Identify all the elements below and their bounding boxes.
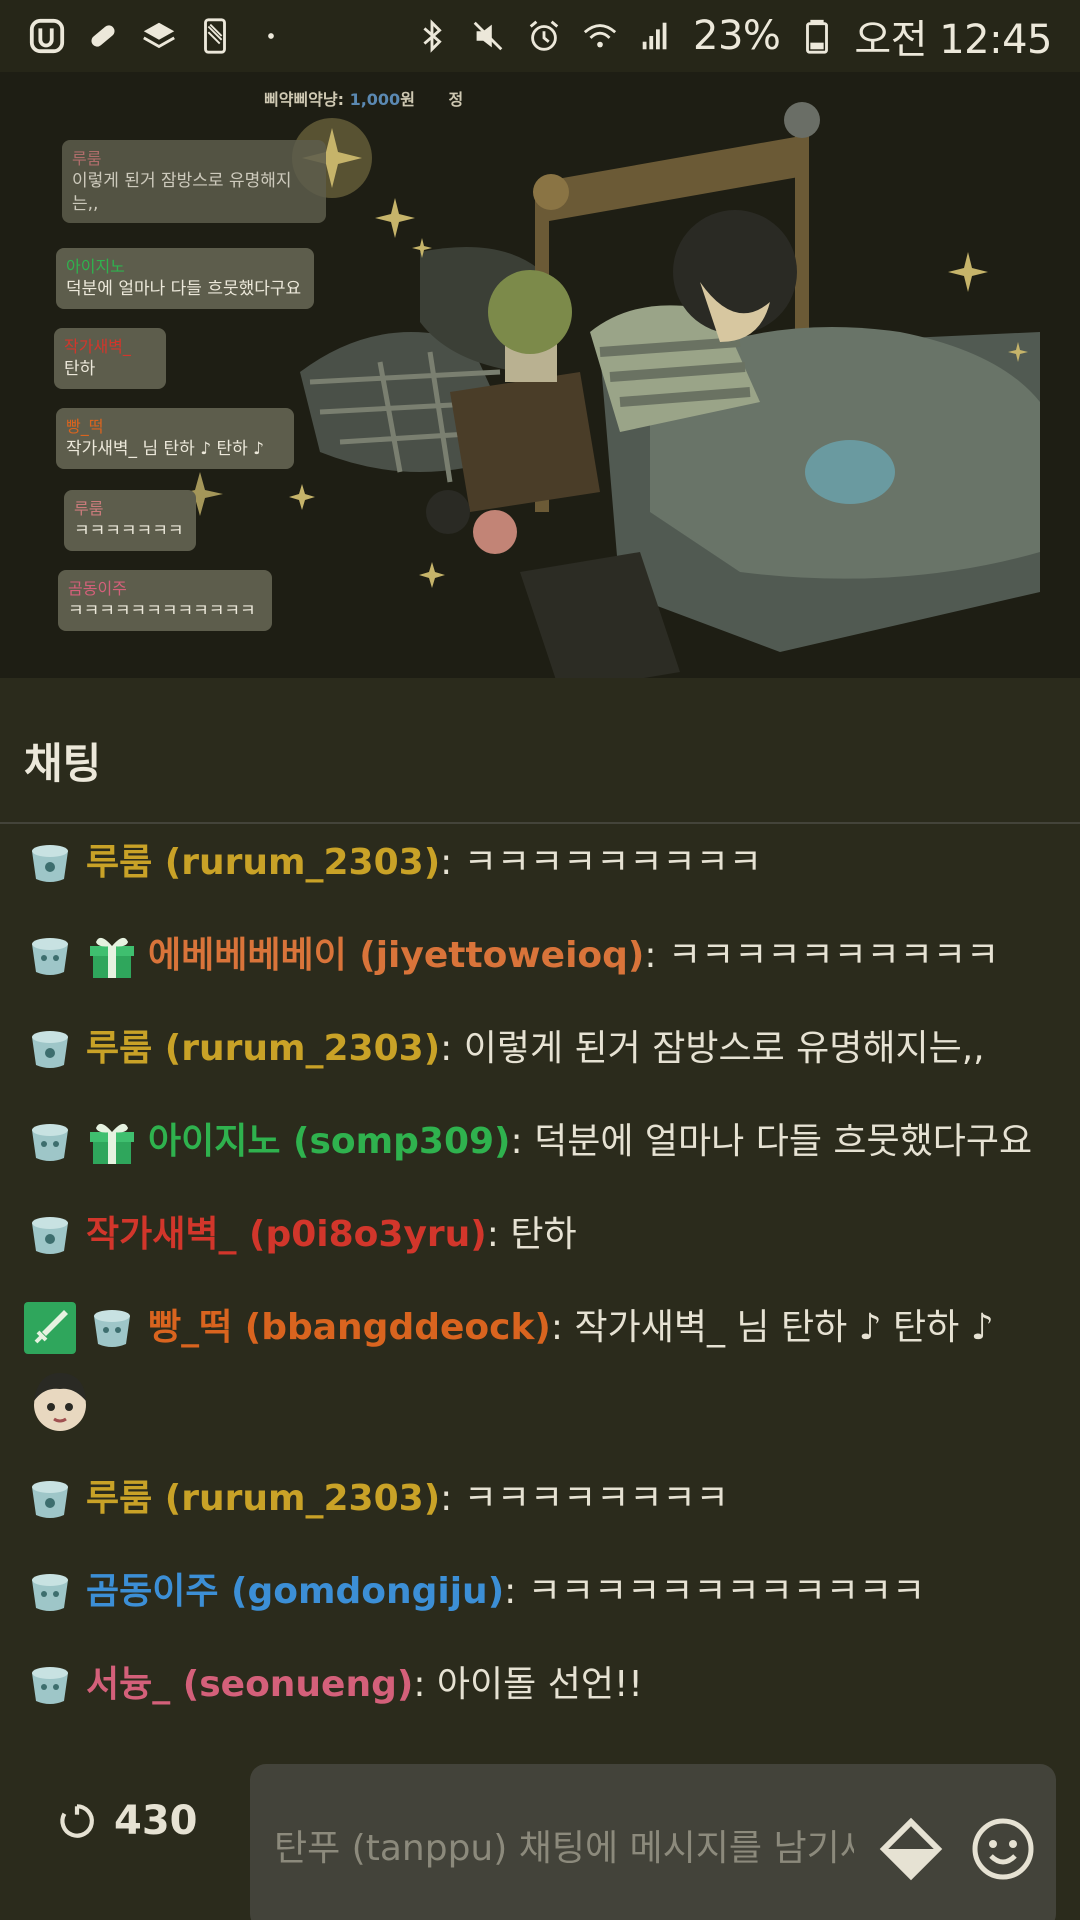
overlay-text: ㅋㅋㅋㅋㅋㅋㅋ [74, 520, 184, 541]
chat-title: 채팅 [24, 739, 102, 788]
overlay-user: 작가새벽_ [64, 337, 131, 356]
chat-username[interactable]: 빵_떡 (bbangddeock) [148, 1297, 551, 1359]
overlay-text: 이렇게 된거 잠방스로 유명해지는,, [72, 170, 292, 214]
chat-message[interactable]: 에베베베베이 (jiyettoweioq) : ㅋㅋㅋㅋㅋㅋㅋㅋㅋㅋ [24, 925, 1056, 987]
overlay-user: 루룸 [72, 149, 102, 168]
clock: 오전 12:45 [854, 17, 1052, 63]
overlay-message: 빵_떡 작가새벽_ 님 탄하 ♪ 탄하 ♪ [56, 408, 294, 469]
alarm-icon [525, 17, 563, 55]
overlay-message: 아이지노 덕분에 얼마나 다들 흐뭇했다구요 [56, 248, 314, 309]
chat-text: : 덕분에 얼마나 다들 흐뭇했다구요 [510, 1121, 1033, 1162]
character-emote [34, 1373, 86, 1431]
chat-message[interactable]: 작가새벽_ (p0i8o3yru) : 탄하 [24, 1204, 1056, 1266]
overlay-user: 빵_떡 [66, 417, 104, 436]
status-bar: 23% 오전 12:45 [0, 0, 1080, 72]
emoji-button[interactable] [966, 1812, 1040, 1886]
cup-badge-icon [32, 1667, 68, 1704]
viewer-counter: 430 [56, 1798, 198, 1844]
dot-icon [252, 17, 290, 55]
cup-badge-icon [32, 1481, 68, 1518]
chat-username[interactable]: 서늉_ (seonueng) [86, 1654, 413, 1716]
gem-icon [879, 1817, 943, 1881]
chat-message[interactable]: 아이지노 (somp309) : 덕분에 얼마나 다들 흐뭇했다구요 [24, 1111, 1056, 1173]
overlay-text: ㅋㅋㅋㅋㅋㅋㅋㅋㅋㅋㅋㅋ [68, 600, 256, 621]
refresh-icon [60, 1804, 94, 1838]
chat-username[interactable]: 루룸 (rurum_2303) [86, 1468, 440, 1530]
overlay-user: 아이지노 [66, 257, 125, 276]
chat-message[interactable]: 서늉_ (seonueng) : 아이돌 선언!! [24, 1654, 1056, 1716]
u-plus-icon [28, 17, 66, 55]
chat-username[interactable]: 아이지노 (somp309) [148, 1111, 511, 1173]
mute-icon [469, 17, 507, 55]
donation-amount: 1,000 [349, 90, 401, 109]
bluetooth-icon [413, 17, 451, 55]
chat-text: : 아이돌 선언!! [413, 1664, 643, 1705]
overlay-message: 루룸 이렇게 된거 잠방스로 유명해지는,, [62, 140, 326, 224]
cup-badge-icon [32, 845, 68, 882]
donation-ticker: 삐약삐약냥: 1,000원 정 [264, 86, 463, 110]
sword-badge-icon [24, 1302, 76, 1354]
gift-badge-icon [90, 937, 134, 978]
gift-badge-icon [90, 1123, 134, 1164]
chat-message[interactable]: 루룸 (rurum_2303) : ㅋㅋㅋㅋㅋㅋㅋㅋ [24, 1468, 1056, 1530]
overlay-user: 루룸 [74, 499, 104, 518]
cup-badge-icon [32, 1217, 68, 1254]
chat-text: : ㅋㅋㅋㅋㅋㅋㅋㅋ [440, 1478, 729, 1519]
overlay-user: 곰동이주 [68, 579, 127, 598]
chat-message[interactable]: 루룸 (rurum_2303) : ㅋㅋㅋㅋㅋㅋㅋㅋㅋ [24, 832, 1056, 894]
status-left-icons [28, 17, 290, 55]
signal-icon [637, 17, 675, 55]
chat-username[interactable]: 에베베베베이 (jiyettoweioq) [148, 925, 644, 987]
viewer-count: 430 [114, 1798, 198, 1844]
chat-text: : ㅋㅋㅋㅋㅋㅋㅋㅋㅋ [440, 842, 762, 883]
status-right-icons: 23% 오전 12:45 [413, 7, 1052, 65]
chat-input-bar: 430 [0, 1740, 1080, 1920]
chat-username[interactable]: 곰동이주 (gomdongiju) [86, 1561, 504, 1623]
donation-label: 삐약삐약냥: [264, 90, 344, 109]
chat-username[interactable]: 루룸 (rurum_2303) [86, 832, 440, 894]
chat-username[interactable]: 작가새벽_ (p0i8o3yru) [86, 1204, 487, 1266]
overlay-text: 작가새벽_ 님 탄하 ♪ 탄하 ♪ [66, 438, 264, 459]
chat-text: : 작가새벽_ 님 탄하 ♪ 탄하 ♪ [550, 1307, 994, 1348]
cup-badge-icon [32, 1574, 68, 1611]
wifi-icon [581, 17, 619, 55]
chat-list[interactable]: 루룸 (rurum_2303) : ㅋㅋㅋㅋㅋㅋㅋㅋㅋ 에베베베베이 (jiye… [0, 832, 1080, 1732]
chat-input[interactable] [274, 1812, 854, 1884]
cup-badge-icon [94, 1310, 130, 1347]
overlay-message: 루룸 ㅋㅋㅋㅋㅋㅋㅋ [64, 490, 196, 551]
donation-unit: 원 [400, 90, 415, 109]
chat-text: : ㅋㅋㅋㅋㅋㅋㅋㅋㅋㅋ [644, 935, 1000, 976]
chat-header: 채팅 [0, 678, 1080, 824]
emoji-icon [972, 1818, 1034, 1880]
overlay-text: 탄하 [64, 358, 96, 379]
chat-text: : 이렇게 된거 잠방스로 유명해지는,, [440, 1028, 985, 1069]
chat-text: : ㅋㅋㅋㅋㅋㅋㅋㅋㅋㅋㅋㅋ [504, 1571, 926, 1612]
chat-message[interactable]: 곰동이주 (gomdongiju) : ㅋㅋㅋㅋㅋㅋㅋㅋㅋㅋㅋㅋ [24, 1561, 1056, 1623]
stream-video[interactable]: 삐약삐약냥: 1,000원 정 루룸 이렇게 된거 잠방스로 유명해지는,, 아… [0, 72, 1080, 678]
gem-button[interactable] [874, 1812, 948, 1886]
phone-icon [196, 17, 234, 55]
pill-icon [84, 17, 122, 55]
battery-percent: 23% [693, 13, 781, 59]
chat-message[interactable]: 루룸 (rurum_2303) : 이렇게 된거 잠방스로 유명해지는,, [24, 1018, 1056, 1080]
chat-text: : 탄하 [486, 1214, 577, 1255]
chat-input-container [250, 1764, 1056, 1920]
chat-username[interactable]: 루룸 (rurum_2303) [86, 1018, 440, 1080]
layers-icon [140, 17, 178, 55]
cup-badge-icon [32, 1124, 68, 1161]
overlay-message: 작가새벽_ 탄하 [54, 328, 166, 389]
overlay-message: 곰동이주 ㅋㅋㅋㅋㅋㅋㅋㅋㅋㅋㅋㅋ [58, 570, 272, 631]
overlay-text: 덕분에 얼마나 다들 흐뭇했다구요 [66, 278, 302, 299]
cup-badge-icon [32, 938, 68, 975]
donation-extra: 정 [448, 90, 464, 109]
cup-badge-icon [32, 1031, 68, 1068]
chat-message[interactable]: 빵_떡 (bbangddeock) : 작가새벽_ 님 탄하 ♪ 탄하 ♪ [24, 1297, 1056, 1437]
battery-icon [798, 17, 836, 55]
